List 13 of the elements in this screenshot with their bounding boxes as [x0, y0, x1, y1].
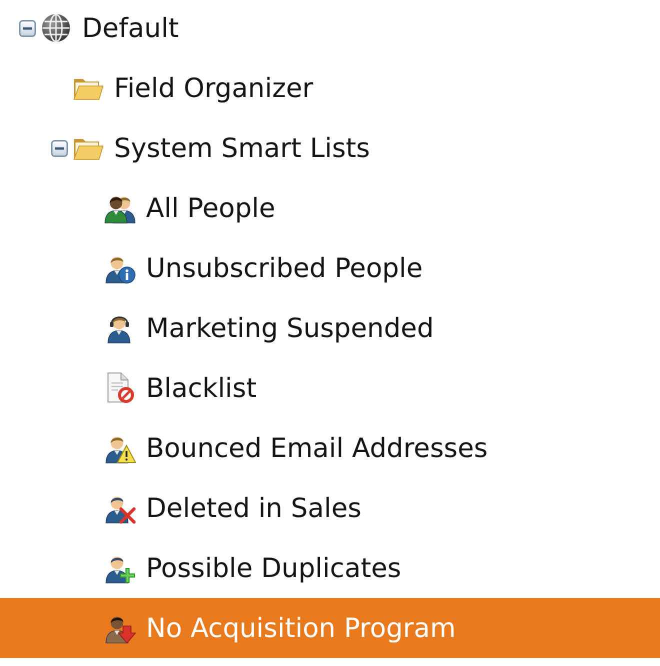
tree-item[interactable]: Bounced Email Addresses: [0, 418, 660, 478]
tree-item[interactable]: Default: [0, 0, 660, 58]
collapse-toggle[interactable]: [18, 20, 36, 36]
tree-item[interactable]: Marketing Suspended: [0, 298, 660, 358]
tree-item[interactable]: Deleted in Sales: [0, 478, 660, 538]
globe-icon: [40, 12, 72, 44]
tree-item[interactable]: Blacklist: [0, 358, 660, 418]
tree-item[interactable]: All People: [0, 178, 660, 238]
collapse-toggle[interactable]: [50, 140, 68, 156]
tree-item[interactable]: Field Organizer: [0, 58, 660, 118]
tree-item[interactable]: Unsubscribed People: [0, 238, 660, 298]
tree-item[interactable]: Possible Duplicates: [0, 538, 660, 598]
tree-item[interactable]: System Smart Lists: [0, 118, 660, 178]
